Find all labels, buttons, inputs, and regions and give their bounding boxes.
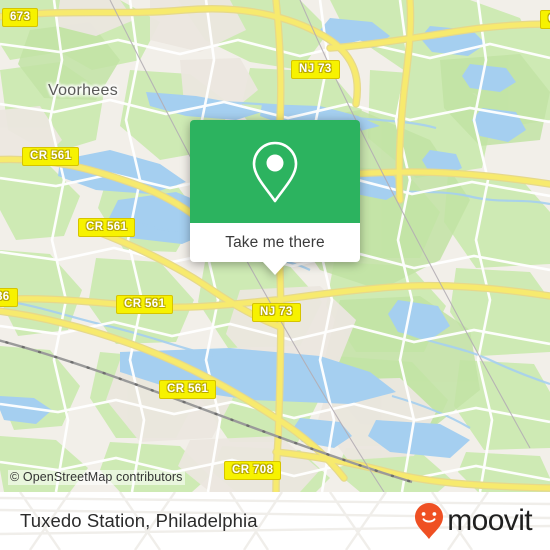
road-shield: CR 561 (78, 218, 136, 237)
road-shield: CR 708 (224, 461, 282, 480)
popup-header (190, 120, 360, 223)
road-shield: 673 (2, 8, 39, 27)
osm-attribution[interactable]: © OpenStreetMap contributors (8, 470, 185, 485)
moovit-pin-icon (414, 502, 444, 540)
road-shield: C (540, 10, 550, 29)
road-shield: CR 561 (159, 380, 217, 399)
location-popup-card[interactable]: Take me there (190, 120, 360, 275)
take-me-there-button[interactable]: Take me there (225, 234, 325, 252)
map-pin-icon (248, 139, 302, 205)
road-shield: CR 561 (22, 147, 80, 166)
popup-action-area[interactable]: Take me there (190, 223, 360, 262)
road-shield: 86 (0, 288, 18, 307)
road-shield: NJ 73 (291, 60, 340, 79)
moovit-logo: moovit (414, 502, 533, 540)
page-title: Tuxedo Station, Philadelphia (20, 510, 258, 531)
moovit-wordmark: moovit (447, 504, 532, 537)
place-label-voorhees: Voorhees (48, 82, 119, 99)
footer-bar: Tuxedo Station, Philadelphia moovit (0, 492, 550, 550)
road-shield: CR 561 (116, 295, 174, 314)
map-viewport[interactable]: Voorhees 673 NJ 73 CR 561 CR 561 86 CR 5… (0, 0, 550, 492)
road-shield: NJ 73 (252, 303, 301, 322)
popup-pointer (262, 261, 288, 275)
